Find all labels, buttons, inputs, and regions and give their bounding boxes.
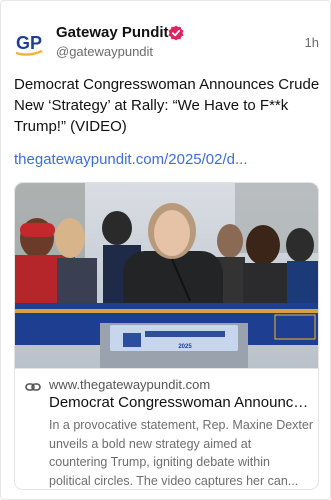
post-header: GP Gateway Pundit @gatewaypundit 1h	[14, 21, 319, 65]
post-link[interactable]: thegatewaypundit.com/2025/02/d...	[14, 149, 320, 170]
link-preview-card[interactable]: 2025 www.thegatewaypundit.com Democrat C…	[14, 182, 319, 490]
post-text: Democrat Congresswoman Announces Crude N…	[14, 76, 320, 135]
podium-sign-text: 2025	[178, 344, 192, 350]
link-preview-image: 2025	[15, 183, 318, 368]
link-preview-title[interactable]: Democrat Congresswoman Announce...	[49, 393, 311, 413]
link-preview-description: In a provocative statement, Rep. Maxine …	[49, 418, 313, 488]
link-preview-domain: www.thegatewaypundit.com	[49, 377, 211, 392]
avatar-initials: GP	[16, 33, 42, 53]
post-card[interactable]: GP Gateway Pundit @gatewaypundit 1h Demo…	[0, 0, 331, 500]
link-chain-icon	[25, 383, 41, 391]
link-preview-meta: www.thegatewaypundit.com Democrat Congre…	[15, 368, 318, 489]
verified-badge-icon	[168, 25, 184, 41]
avatar[interactable]: GP	[14, 27, 46, 59]
author-handle[interactable]: @gatewaypundit	[56, 44, 153, 59]
author-name[interactable]: Gateway Pundit	[56, 24, 169, 41]
post-timestamp[interactable]: 1h	[305, 35, 319, 50]
